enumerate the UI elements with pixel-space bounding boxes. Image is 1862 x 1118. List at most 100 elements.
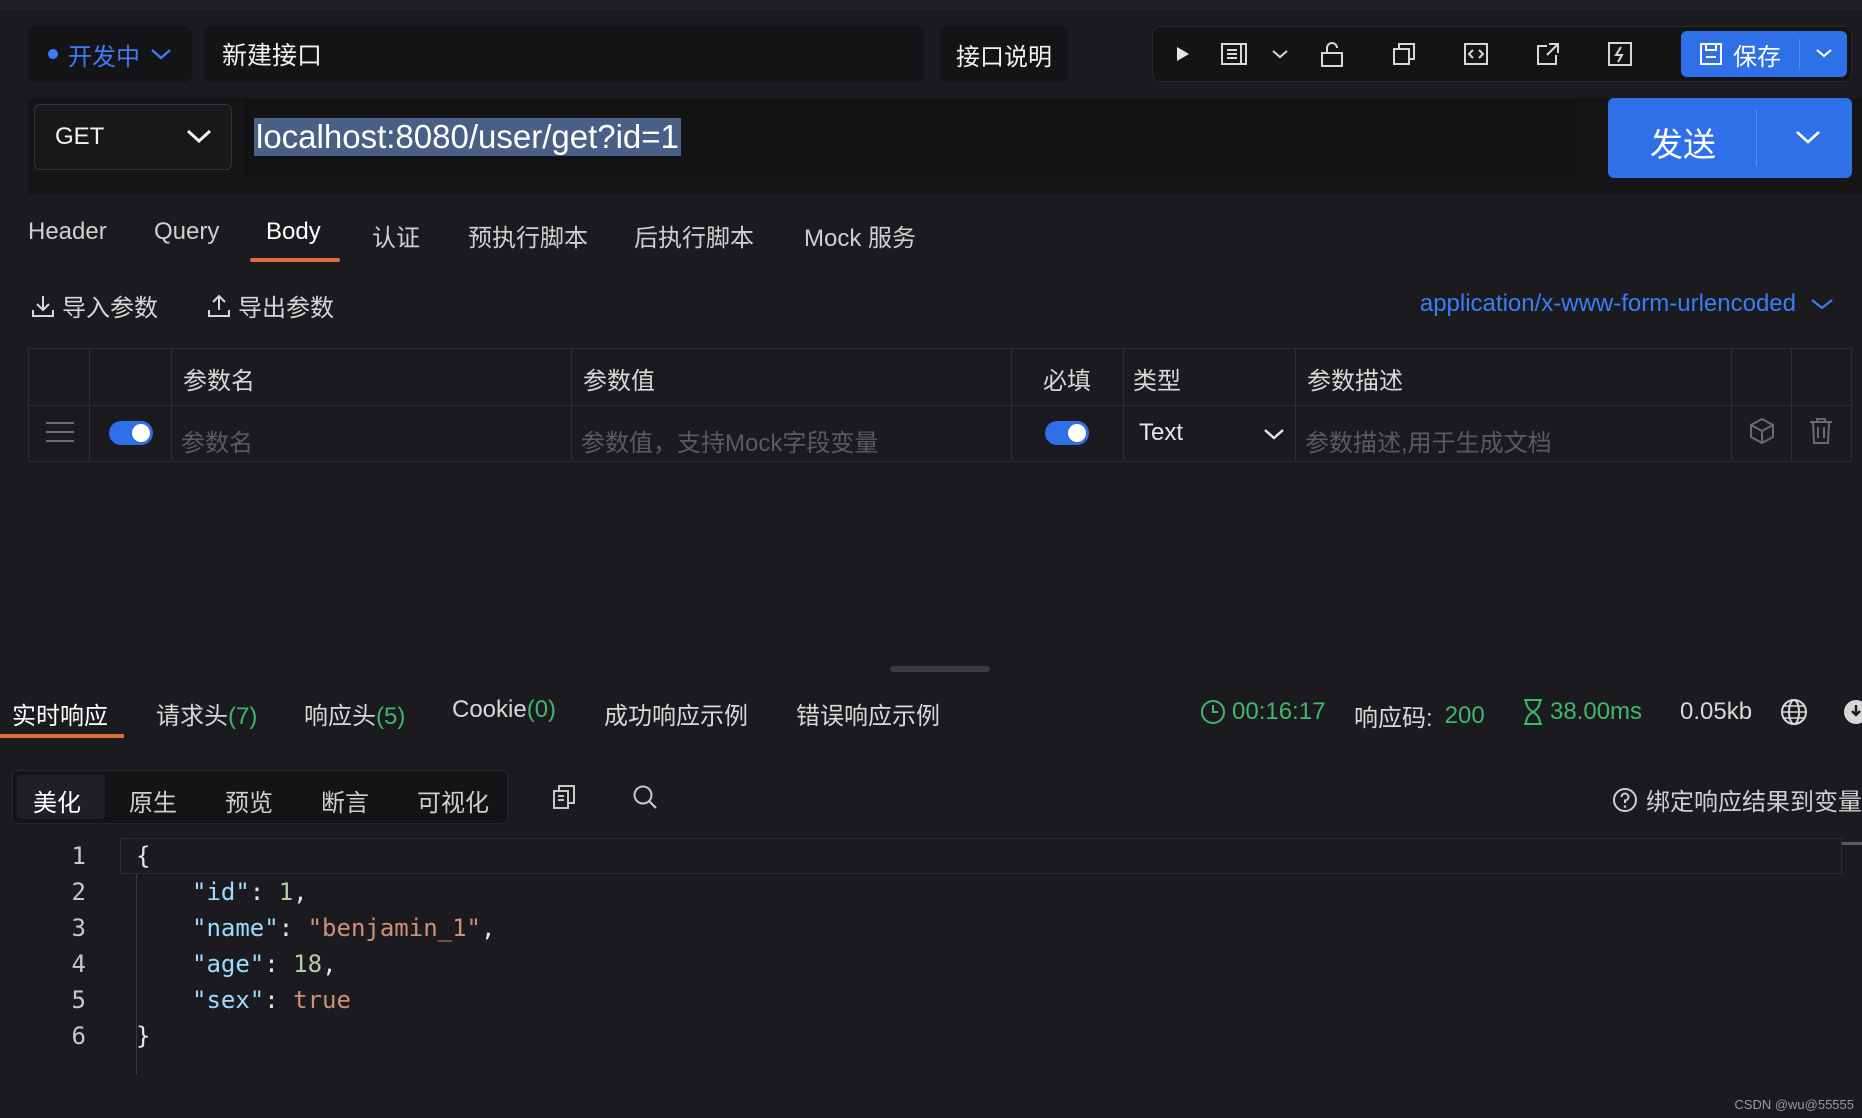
json-key: "name" <box>192 914 279 942</box>
copy-icon[interactable] <box>552 784 576 810</box>
column-divider <box>1123 349 1124 461</box>
tab-body[interactable]: Body <box>266 218 321 246</box>
param-value-input[interactable]: 参数值，支持Mock字段变量 <box>581 423 878 458</box>
search-icon[interactable] <box>632 784 658 810</box>
method-select[interactable]: GET <box>34 104 232 170</box>
code-line: 4 "age": 18, <box>0 946 1862 982</box>
flash-icon[interactable] <box>1605 39 1635 69</box>
tab-pre-script[interactable]: 预执行脚本 <box>468 218 588 253</box>
json-value: true <box>293 986 351 1014</box>
tab-label: 响应头 <box>304 703 376 730</box>
json-key: "id" <box>192 878 250 906</box>
hourglass-icon <box>1522 698 1544 726</box>
tab-query[interactable]: Query <box>154 218 219 246</box>
tab-post-script[interactable]: 后执行脚本 <box>634 218 754 253</box>
api-description-label: 接口说明 <box>956 43 1052 71</box>
response-time-value: 00:16:17 <box>1232 698 1326 725</box>
chevron-down-icon <box>150 47 172 61</box>
line-number: 3 <box>71 914 86 942</box>
import-params-label: 导入参数 <box>62 295 158 322</box>
required-toggle[interactable] <box>1045 421 1089 445</box>
cube-icon[interactable] <box>1749 417 1775 445</box>
table-divider <box>29 405 1851 406</box>
line-number: 5 <box>71 986 86 1014</box>
column-header-name: 参数名 <box>183 368 255 395</box>
chevron-down-icon <box>1810 297 1834 311</box>
save-button[interactable]: 保存 <box>1681 31 1847 77</box>
enable-toggle[interactable] <box>109 421 153 445</box>
tab-count: (0) <box>526 696 557 723</box>
chevron-down-icon[interactable] <box>1794 128 1822 146</box>
tab-response-headers[interactable]: 响应头(5) <box>304 696 405 731</box>
share-icon[interactable] <box>1533 39 1563 69</box>
clock-icon <box>1200 699 1226 725</box>
column-header-type: 类型 <box>1133 368 1181 395</box>
export-params-button[interactable]: 导出参数 <box>206 288 334 323</box>
api-description-button[interactable]: 接口说明 <box>940 26 1068 82</box>
response-size: 0.05kb <box>1680 698 1752 726</box>
view-mode-visualize[interactable]: 可视化 <box>417 783 489 818</box>
tab-request-headers[interactable]: 请求头(7) <box>156 696 257 731</box>
response-code-viewer[interactable]: 1 { 2 "id": 1, 3 "name": "benjamin_1", 4… <box>0 838 1862 1078</box>
delete-icon[interactable] <box>1809 417 1833 445</box>
send-label: 发送 <box>1650 126 1716 163</box>
save-label: 保存 <box>1733 43 1781 71</box>
tab-header[interactable]: Header <box>28 218 107 246</box>
content-type-select[interactable]: application/x-www-form-urlencoded <box>1420 290 1834 318</box>
code-line: 2 "id": 1, <box>0 874 1862 910</box>
chevron-down-icon[interactable] <box>1265 39 1295 69</box>
bind-response-to-variable[interactable]: 绑定响应结果到变量 <box>1612 782 1862 817</box>
active-tab-indicator <box>250 258 340 262</box>
column-divider <box>1731 349 1732 461</box>
json-value: 18 <box>293 950 323 978</box>
api-name-input[interactable]: 新建接口 <box>204 26 924 82</box>
save-icon <box>1699 42 1723 66</box>
panel-resizer[interactable] <box>890 666 990 672</box>
status-label: 开发中 <box>68 43 140 71</box>
tab-auth[interactable]: 认证 <box>372 218 420 253</box>
help-icon <box>1612 787 1638 813</box>
code-line: 1 { <box>0 838 1862 874</box>
tab-success-example[interactable]: 成功响应示例 <box>604 696 748 731</box>
tab-mock[interactable]: Mock 服务 <box>804 218 916 253</box>
code-icon[interactable] <box>1461 39 1491 69</box>
code-text: "age": 18, <box>192 950 337 978</box>
url-text: localhost:8080/user/get?id=1 <box>254 118 681 156</box>
unlock-icon[interactable] <box>1317 39 1347 69</box>
download-icon[interactable] <box>1842 698 1862 726</box>
view-mode-preview[interactable]: 预览 <box>225 783 273 818</box>
params-table: 参数名 参数值 必填 类型 参数描述 参数名 参数值，支持Mock字段变量 Te… <box>28 348 1852 462</box>
tab-cookie[interactable]: Cookie(0) <box>452 696 556 724</box>
send-button[interactable]: 发送 <box>1608 98 1852 178</box>
response-code: 响应码: 200 <box>1354 698 1485 733</box>
export-icon <box>206 293 232 319</box>
copy-icon[interactable] <box>1389 39 1419 69</box>
code-text: "name": "benjamin_1", <box>192 914 496 942</box>
code-text: { <box>136 842 151 870</box>
chevron-down-icon <box>1263 427 1285 441</box>
method-label: GET <box>55 123 105 150</box>
run-icon[interactable] <box>1167 39 1197 69</box>
export-params-label: 导出参数 <box>238 295 334 322</box>
chevron-down-icon[interactable] <box>1815 47 1833 59</box>
type-select[interactable]: Text <box>1139 419 1183 447</box>
document-icon[interactable] <box>1219 39 1249 69</box>
code-line: 6 } <box>0 1018 1862 1054</box>
column-divider <box>1295 349 1296 461</box>
param-name-input[interactable]: 参数名 <box>181 423 253 458</box>
param-description-input[interactable]: 参数描述,用于生成文档 <box>1305 423 1552 458</box>
tab-count: (5) <box>376 703 406 730</box>
url-input[interactable]: localhost:8080/user/get?id=1 <box>244 98 1576 176</box>
globe-icon[interactable] <box>1780 698 1808 726</box>
view-mode-beautify[interactable]: 美化 <box>33 783 81 818</box>
tab-realtime-response[interactable]: 实时响应 <box>12 696 108 731</box>
drag-handle-icon[interactable] <box>45 421 75 443</box>
tab-error-example[interactable]: 错误响应示例 <box>796 696 940 731</box>
line-number: 1 <box>71 842 86 870</box>
view-mode-assert[interactable]: 断言 <box>321 783 369 818</box>
line-number: 2 <box>71 878 86 906</box>
view-mode-raw[interactable]: 原生 <box>129 783 177 818</box>
response-code-label: 响应码: <box>1354 705 1433 732</box>
status-dropdown[interactable]: 开发中 <box>28 26 192 82</box>
import-params-button[interactable]: 导入参数 <box>30 288 158 323</box>
